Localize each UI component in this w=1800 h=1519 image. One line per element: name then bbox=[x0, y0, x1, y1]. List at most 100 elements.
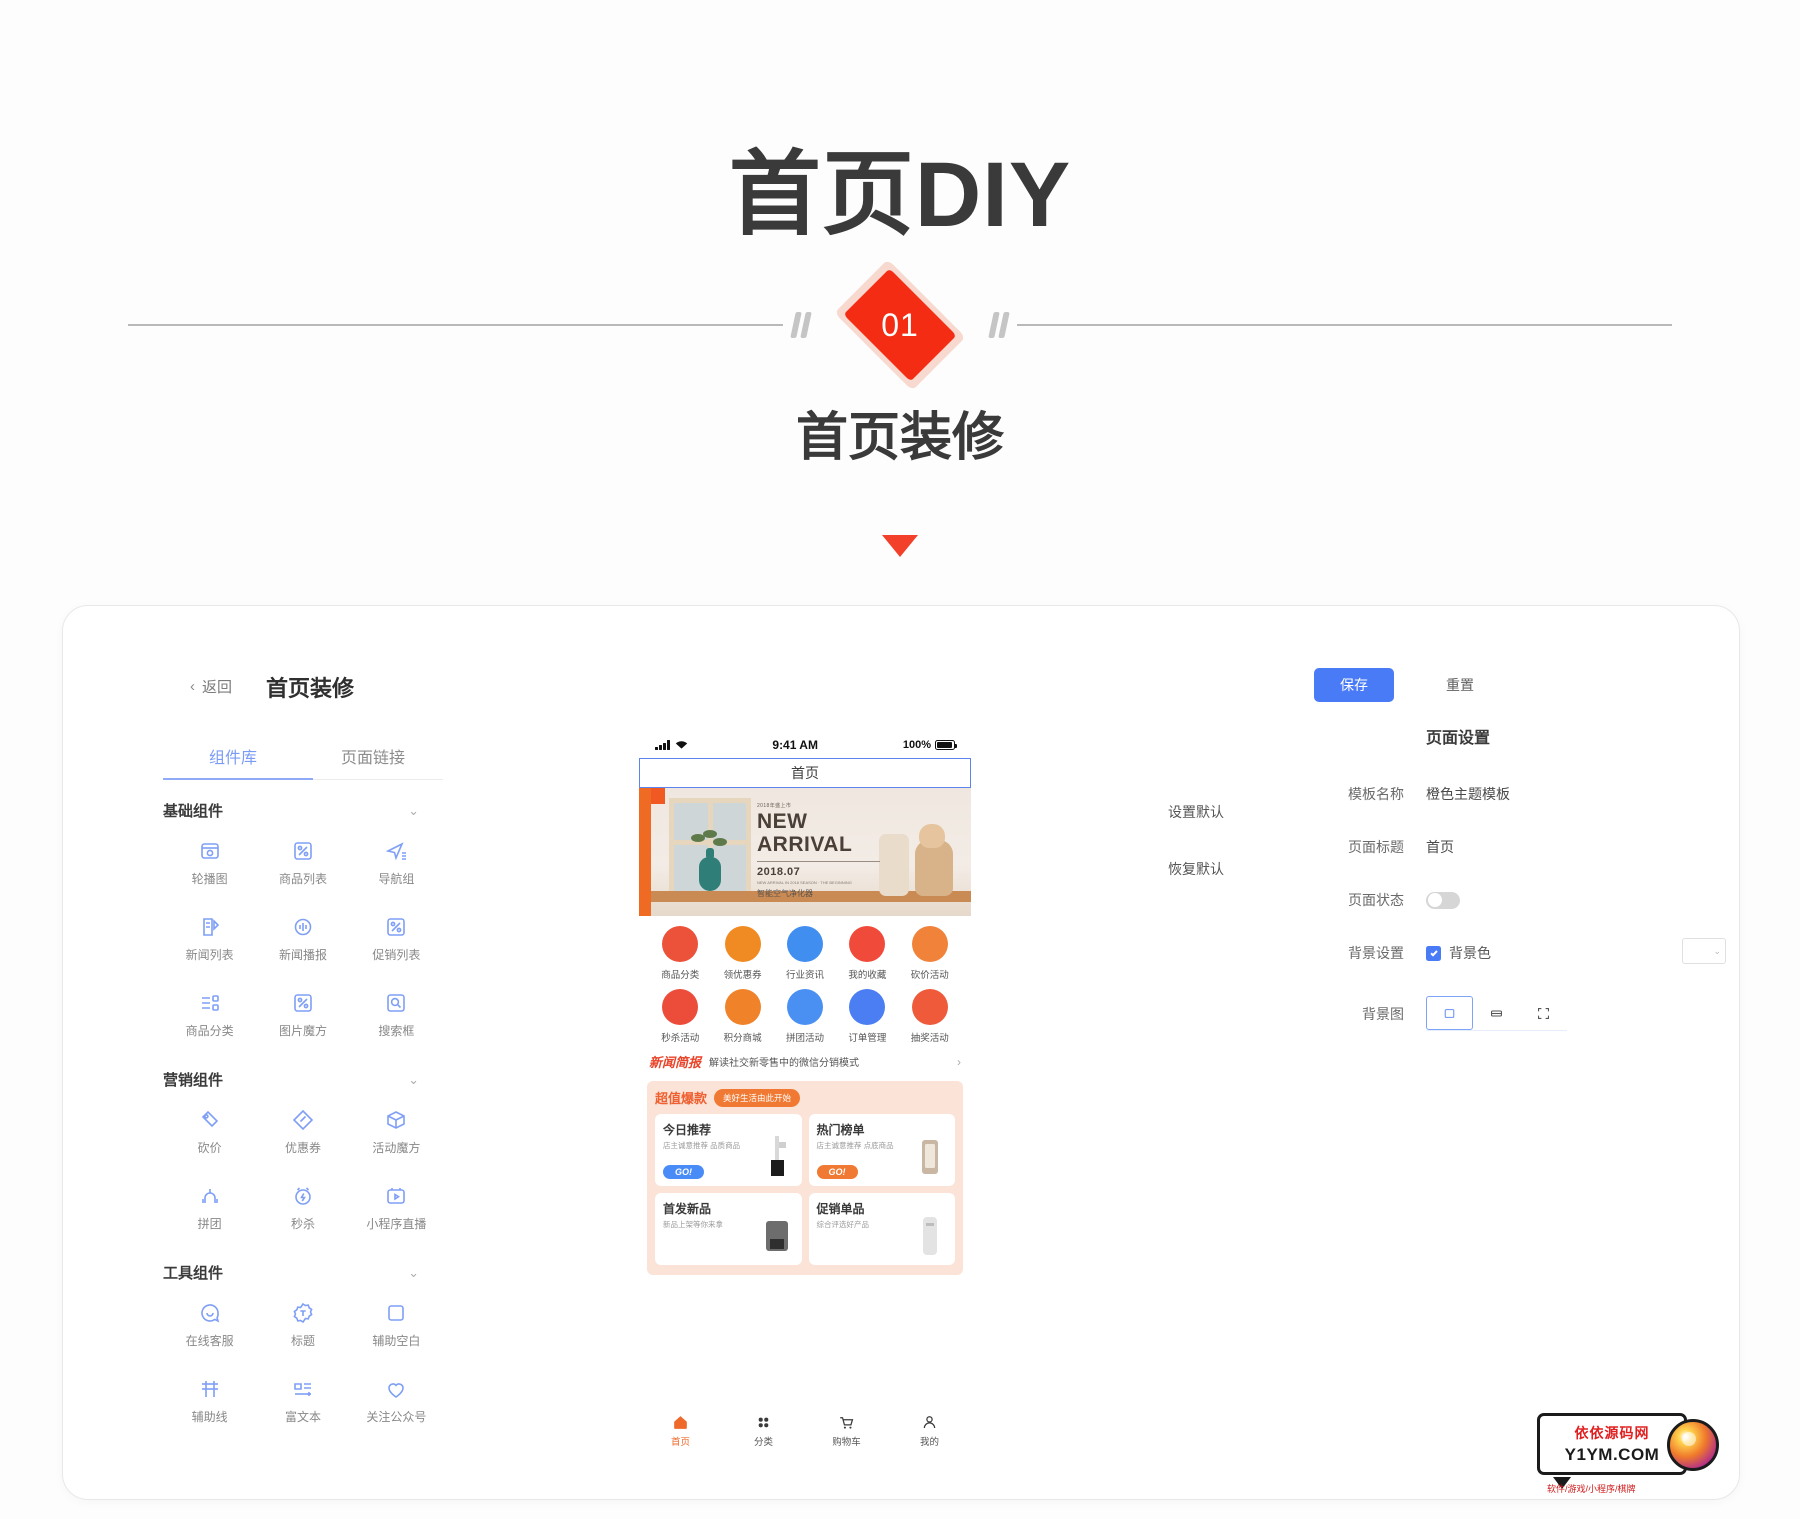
phone-icon-item[interactable]: 领优惠券 bbox=[711, 926, 773, 981]
phone-icon-item[interactable]: 秒杀活动 bbox=[649, 989, 711, 1044]
news-text: 解读社交新零售中的微信分销模式 bbox=[709, 1058, 860, 1069]
component-label: 新闻播报 bbox=[278, 948, 327, 962]
component-navigation-group[interactable]: 导航组 bbox=[350, 825, 443, 897]
tabbar-item-user[interactable]: 我的 bbox=[888, 1413, 971, 1448]
component-image-cube[interactable]: 图片魔方 bbox=[256, 977, 349, 1049]
bg-mode-contain-button[interactable] bbox=[1426, 996, 1473, 1030]
promo-card[interactable]: 促销单品 综合评选好产品 bbox=[808, 1193, 955, 1265]
phone-icon-item[interactable]: 商品分类 bbox=[649, 926, 711, 981]
flash-sale-icon bbox=[295, 1187, 311, 1205]
component-divider-line[interactable]: 辅助线 bbox=[163, 1363, 256, 1435]
banner-left-bar bbox=[639, 788, 651, 916]
component-coupon[interactable]: 优惠券 bbox=[256, 1094, 349, 1166]
promo-card-cta[interactable]: GO! bbox=[816, 1165, 858, 1179]
component-label: 砍价 bbox=[197, 1141, 222, 1155]
component-news-broadcast[interactable]: 新闻播报 bbox=[256, 901, 349, 973]
template-name-value[interactable]: 橙色主题模板 bbox=[1426, 784, 1510, 804]
chevron-right-icon[interactable]: › bbox=[957, 1055, 961, 1069]
color-picker-input[interactable]: ⌄ bbox=[1682, 938, 1726, 964]
promo-card[interactable]: 今日推荐 店主诚意推荐 品质商品 GO! bbox=[655, 1114, 802, 1186]
checkbox-box bbox=[1426, 945, 1441, 961]
component-group-buy[interactable]: 拼团 bbox=[163, 1170, 256, 1242]
page-title: 首页DIY bbox=[728, 144, 1072, 246]
phone-nav-title[interactable]: 首页 bbox=[639, 758, 971, 788]
component-news-list[interactable]: 新闻列表 bbox=[163, 901, 256, 973]
product-photo-purifier bbox=[923, 1217, 937, 1255]
promo-card-desc: 综合评选好产品 bbox=[816, 1220, 870, 1229]
component-bargain[interactable]: 砍价 bbox=[163, 1094, 256, 1166]
bargain-icon bbox=[201, 1110, 218, 1128]
component-search-box[interactable]: 搜索框 bbox=[350, 977, 443, 1049]
phone-news-strip[interactable]: 新闻简报 解读社交新零售中的微信分销模式 › bbox=[639, 1046, 971, 1077]
bg-mode-repeat-button[interactable] bbox=[1473, 996, 1520, 1030]
component-flash-sale[interactable]: 秒杀 bbox=[256, 1170, 349, 1242]
component-miniapp-live[interactable]: 小程序直播 bbox=[350, 1170, 443, 1242]
tabbar-item-home[interactable]: 首页 bbox=[639, 1413, 722, 1448]
rich-text-icon bbox=[294, 1383, 311, 1396]
title-icon bbox=[293, 1302, 313, 1324]
phone-icon-item[interactable]: 砍价活动 bbox=[899, 926, 961, 981]
group-header-tools[interactable]: 工具组件 ⌄ bbox=[163, 1262, 443, 1283]
phone-icon-item[interactable]: 订单管理 bbox=[836, 989, 898, 1044]
component-product-list[interactable]: 商品列表 bbox=[256, 825, 349, 897]
phone-banner[interactable]: 2018年盛上市 NEW ARRIVAL 2018.07 NEW ARRIVAL… bbox=[639, 788, 971, 916]
component-label: 导航组 bbox=[378, 872, 415, 886]
tabbar-item-category[interactable]: 分类 bbox=[722, 1413, 805, 1448]
component-blank-space[interactable]: 辅助空白 bbox=[350, 1287, 443, 1359]
favorite-circle-icon bbox=[849, 926, 886, 962]
bg-mode-fullscreen-button[interactable] bbox=[1520, 996, 1567, 1030]
component-promotion-list[interactable]: 促销列表 bbox=[350, 901, 443, 973]
order-circle-icon bbox=[849, 989, 886, 1025]
chevron-down-icon[interactable]: ⌄ bbox=[408, 1072, 419, 1088]
promo-card-cta[interactable]: GO! bbox=[663, 1165, 704, 1179]
component-product-category[interactable]: 商品分类 bbox=[163, 977, 256, 1049]
component-carousel[interactable]: 轮播图 bbox=[163, 825, 256, 897]
component-label: 秒杀 bbox=[290, 1217, 315, 1231]
phone-icon-item[interactable]: 行业资讯 bbox=[774, 926, 836, 981]
page-status-toggle[interactable] bbox=[1426, 891, 1460, 909]
bg-color-checkbox[interactable]: 背景色 bbox=[1426, 943, 1491, 963]
user-icon bbox=[923, 1415, 936, 1428]
promo-card[interactable]: 热门榜单 店主诚意推荐 点底商品 GO! bbox=[808, 1114, 955, 1186]
product-category-icon bbox=[201, 995, 219, 1011]
component-grid-basic: 轮播图 商品列表 导航组 新闻列表 新闻播报 促销列表 商品分类 图片魔方 搜索… bbox=[163, 825, 443, 1049]
component-rich-text[interactable]: 富文本 bbox=[256, 1363, 349, 1435]
follow-official-icon bbox=[388, 1383, 405, 1398]
setting-row-bg-image: 背景图 bbox=[1318, 996, 1718, 1031]
caret-down-icon bbox=[882, 535, 918, 557]
save-button[interactable]: 保存 bbox=[1314, 668, 1394, 702]
phone-icon-item[interactable]: 抽奖活动 bbox=[899, 989, 961, 1044]
component-title[interactable]: 标题 bbox=[256, 1287, 349, 1359]
component-online-service[interactable]: 在线客服 bbox=[163, 1287, 256, 1359]
wifi-icon bbox=[675, 741, 687, 749]
component-label: 优惠券 bbox=[284, 1141, 321, 1155]
chevron-down-icon[interactable]: ⌄ bbox=[408, 1265, 419, 1281]
component-grid-marketing: 砍价 优惠券 活动魔方 拼团 秒杀 小程序直播 bbox=[163, 1094, 443, 1242]
news-broadcast-icon bbox=[294, 918, 312, 936]
page-title-value[interactable]: 首页 bbox=[1426, 837, 1454, 857]
reset-button[interactable]: 重置 bbox=[1428, 668, 1492, 702]
set-default-button[interactable]: 设置默认 bbox=[1168, 802, 1224, 822]
component-follow-official[interactable]: 关注公众号 bbox=[350, 1363, 443, 1435]
phone-icon-item[interactable]: 拼团活动 bbox=[774, 989, 836, 1044]
tab-page-links[interactable]: 页面链接 bbox=[303, 736, 443, 780]
back-button[interactable]: ‹ 返回 bbox=[190, 676, 232, 697]
promo-heading: 超值爆款 bbox=[655, 1091, 708, 1106]
tabbar-item-cart[interactable]: 购物车 bbox=[805, 1413, 888, 1448]
bg-setting-label: 背景设置 bbox=[1348, 945, 1404, 961]
section-number: 01 bbox=[881, 306, 919, 343]
phone-icon-item[interactable]: 我的收藏 bbox=[836, 926, 898, 981]
promo-card[interactable]: 首发新品 新品上架等你来拿 bbox=[655, 1193, 802, 1265]
restore-default-button[interactable]: 恢复默认 bbox=[1168, 859, 1224, 879]
chevron-down-icon[interactable]: ⌄ bbox=[408, 803, 419, 819]
component-label: 辅助空白 bbox=[372, 1334, 421, 1348]
phone-icon-item[interactable]: 积分商城 bbox=[711, 989, 773, 1044]
online-service-icon bbox=[200, 1304, 219, 1323]
component-activity-cube[interactable]: 活动魔方 bbox=[350, 1094, 443, 1166]
group-header-marketing[interactable]: 营销组件 ⌄ bbox=[163, 1069, 443, 1090]
icon-label: 行业资讯 bbox=[785, 970, 824, 981]
component-label: 促销列表 bbox=[372, 948, 421, 962]
battery-icon bbox=[935, 740, 958, 750]
tab-component-library[interactable]: 组件库 bbox=[163, 736, 303, 780]
group-header-basic[interactable]: 基础组件 ⌄ bbox=[163, 800, 443, 821]
